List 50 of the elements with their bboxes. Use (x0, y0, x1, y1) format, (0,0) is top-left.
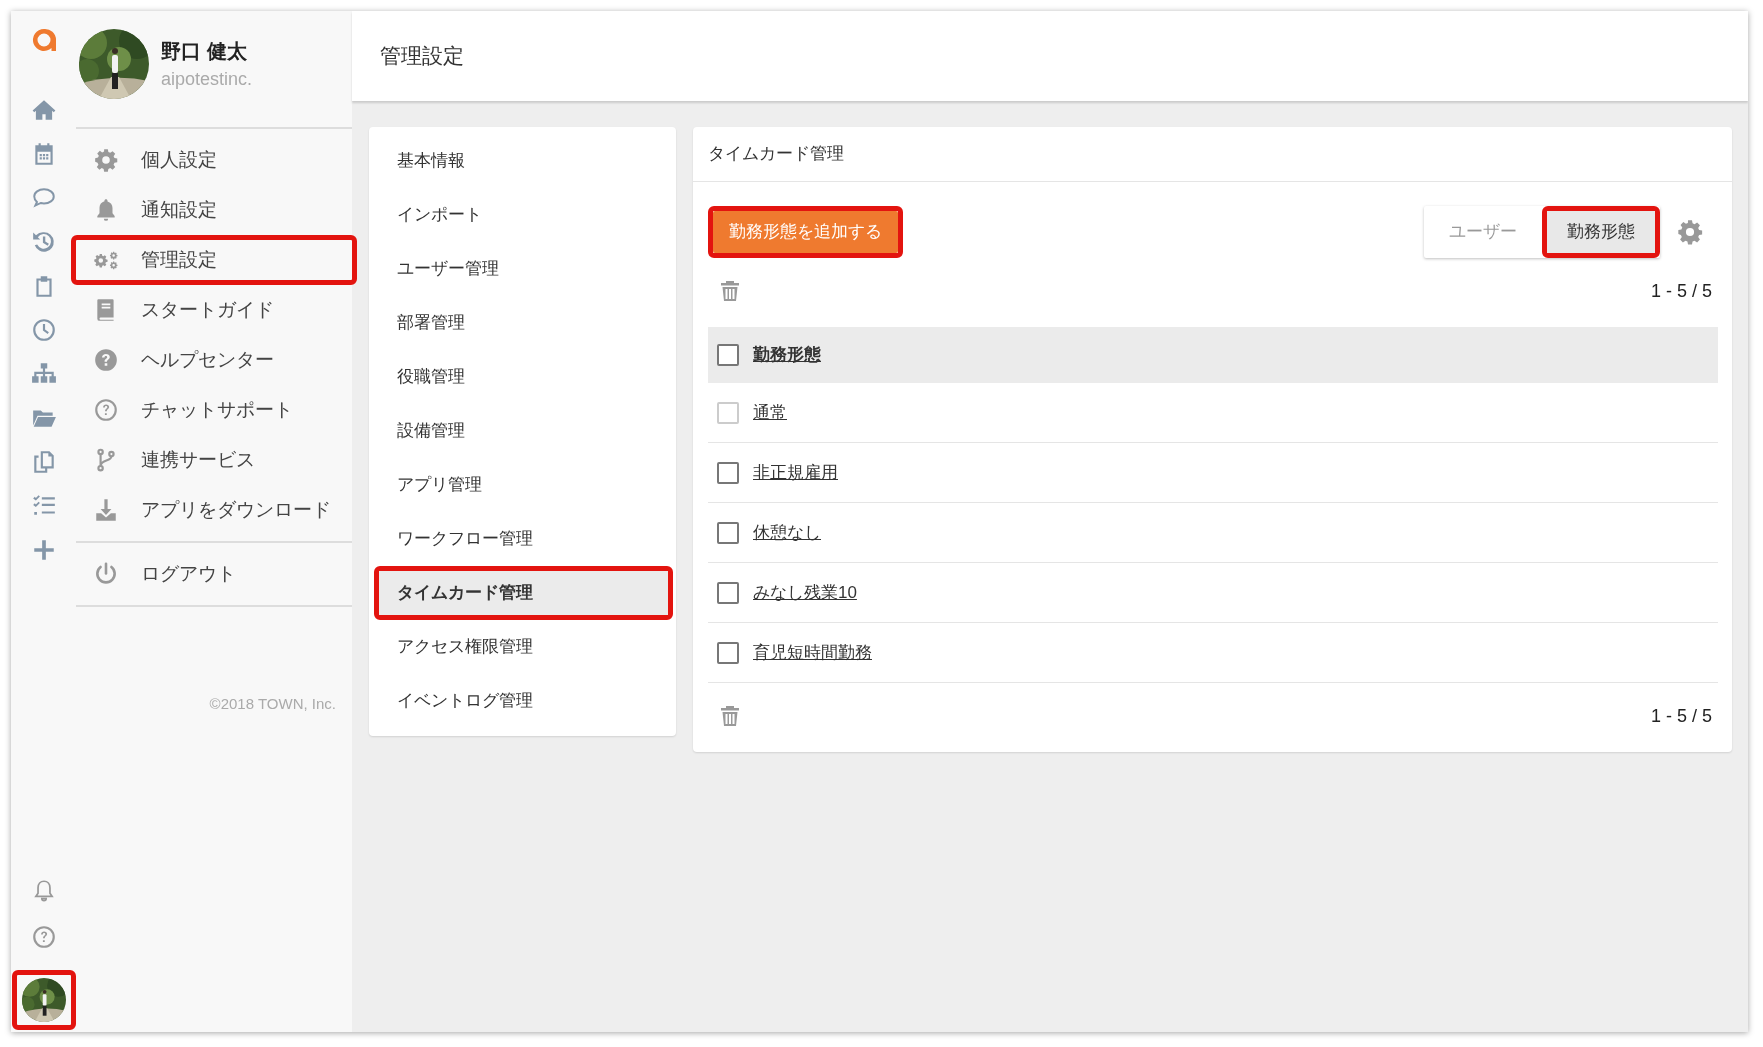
settings-menu-item[interactable]: 設備管理 (379, 409, 668, 453)
row-checkbox[interactable] (717, 641, 739, 664)
settings-menu-item[interactable]: アクセス権限管理 (379, 625, 668, 669)
settings-menu-item[interactable]: アプリ管理 (379, 463, 668, 507)
history-icon[interactable] (30, 229, 57, 255)
row-checkbox[interactable] (717, 521, 739, 544)
select-all-checkbox[interactable] (717, 344, 739, 366)
organization-name: aipotestinc. (161, 67, 253, 91)
menu-item[interactable]: アプリをダウンロード (81, 490, 352, 530)
row-checkbox[interactable] (717, 581, 739, 604)
settings-menu-item[interactable]: タイムカード管理 (379, 571, 668, 615)
settings-icon[interactable] (1676, 218, 1704, 246)
user-name: 野口 健太 (161, 38, 248, 64)
row-checkbox[interactable] (717, 461, 739, 484)
settings-menu-item[interactable]: 基本情報 (379, 139, 668, 183)
settings-menu-item[interactable]: 役職管理 (379, 355, 668, 399)
settings-menu-item[interactable]: ユーザー管理 (379, 247, 668, 291)
work-pattern-link[interactable]: 育児短時間勤務 (753, 639, 872, 666)
menu-item[interactable]: 管理設定 (81, 240, 352, 280)
work-pattern-link[interactable]: 非正規雇用 (753, 459, 838, 486)
menu-item[interactable]: 個人設定 (81, 140, 352, 180)
settings-menu-item[interactable]: イベントログ管理 (379, 679, 668, 723)
download-icon (93, 497, 119, 523)
power-icon (93, 561, 119, 587)
menu-item[interactable]: スタートガイド (81, 290, 352, 330)
menu-item[interactable]: 通知設定 (81, 190, 352, 230)
clock-icon[interactable] (30, 317, 57, 343)
logo[interactable] (30, 27, 57, 53)
menu-item[interactable]: 連携サービス (81, 440, 352, 480)
page-title: 管理設定 (352, 11, 1748, 101)
chat-icon[interactable] (30, 185, 57, 211)
work-pattern-link[interactable]: 休憩なし (753, 519, 821, 546)
menu-item[interactable]: チャットサポート (81, 390, 352, 430)
settings-menu-item[interactable]: 部署管理 (379, 301, 668, 345)
toggle-tab[interactable]: 勤務形態 (1547, 211, 1655, 253)
pagination-text: 1 - 5 / 5 (1650, 705, 1713, 728)
settings-menu-item[interactable]: インポート (379, 193, 668, 237)
copyright-text: ©2018 TOWN, Inc. (208, 694, 337, 715)
menu-item[interactable]: ヘルプセンター (81, 340, 352, 380)
settings-icon (93, 147, 119, 173)
work-pattern-link[interactable]: みなし残業10 (753, 579, 857, 606)
user-avatar[interactable] (21, 978, 66, 1022)
help-icon (93, 397, 119, 423)
column-header[interactable]: 勤務形態 (753, 342, 821, 368)
panel-title: タイムカード管理 (693, 127, 1732, 182)
menu-item[interactable]: ログアウト (81, 554, 352, 594)
settings-menu-item[interactable]: ワークフロー管理 (379, 517, 668, 561)
help-icon (93, 347, 119, 373)
help-icon[interactable] (30, 924, 57, 950)
pagination-text: 1 - 5 / 5 (1650, 280, 1713, 303)
